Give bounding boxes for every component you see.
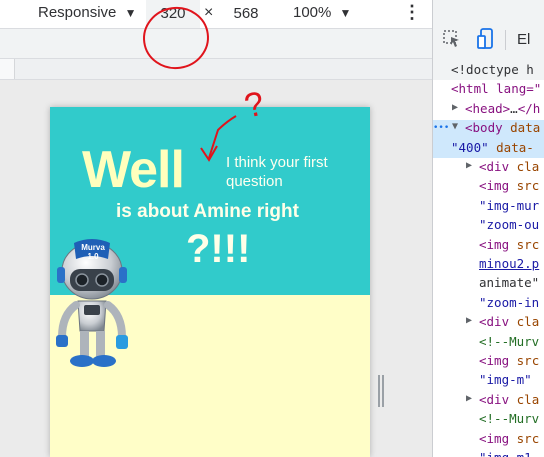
select-element-icon[interactable] xyxy=(443,30,461,48)
toolbar-divider xyxy=(505,30,506,50)
dom-token: "400" xyxy=(451,139,497,155)
dom-token: "img-m" xyxy=(479,372,532,388)
annotation-overlay xyxy=(143,6,237,162)
dom-token: "zoom-in xyxy=(479,294,540,310)
robot-badge-line-1: Murva xyxy=(81,243,105,252)
dom-tree-line[interactable]: animate" xyxy=(479,275,539,290)
dom-tree-line[interactable]: <img src xyxy=(479,431,539,446)
resize-bar xyxy=(378,375,380,407)
expand-right-icon[interactable]: ▶ xyxy=(452,102,458,113)
subtitle: is about Amine right xyxy=(116,201,299,222)
dom-token: </h xyxy=(517,100,541,116)
dom-tree-line[interactable]: <html lang=" xyxy=(451,81,541,96)
dom-tree-line[interactable]: "img-m1 xyxy=(479,450,532,457)
dom-token: <body xyxy=(465,120,511,136)
tab-elements[interactable]: El xyxy=(517,31,530,48)
dom-tree-line[interactable]: <!doctype h xyxy=(451,62,534,77)
dom-token: <!--Murv xyxy=(479,411,540,427)
dom-token: <img xyxy=(479,353,517,368)
dom-token: src xyxy=(516,430,540,446)
dom-tree: <!doctype h <html lang=" ▶ <head>…</h ••• ▼ <b… xyxy=(433,62,544,457)
dom-tree-line[interactable]: "zoom-in xyxy=(479,295,539,310)
dom-token: <img xyxy=(479,178,517,194)
dom-tree-line[interactable]: minou2.p xyxy=(479,256,539,271)
device-toolbar-toggle-icon[interactable] xyxy=(477,28,495,50)
dom-tree-line[interactable]: "400" data- xyxy=(451,140,534,155)
dom-token: cla xyxy=(516,391,540,407)
dom-token: <img xyxy=(479,430,517,446)
expand-down-icon[interactable]: ▼ xyxy=(452,121,458,132)
dom-token: animate" xyxy=(479,275,540,291)
dom-tree-line[interactable]: ▶ <div cla xyxy=(466,391,540,407)
dom-token: "img-mur xyxy=(479,197,540,213)
more-dots-icon[interactable]: ••• xyxy=(433,123,449,133)
viewport-resize-handle[interactable] xyxy=(376,375,386,407)
dom-token: cla xyxy=(516,159,540,174)
dom-token: <div xyxy=(479,391,517,407)
dom-token: minou2.p xyxy=(479,256,540,271)
dom-tree-line[interactable]: ▶ <div cla xyxy=(466,159,540,174)
dom-tree-line[interactable]: <!--Murv xyxy=(479,334,539,349)
annotation-circle xyxy=(143,6,209,70)
dom-token: <img xyxy=(479,236,517,252)
dom-token: cla xyxy=(516,314,540,330)
dom-tree-line[interactable]: <img src xyxy=(479,353,539,368)
expand-right-icon[interactable]: ▶ xyxy=(466,315,472,326)
dom-token: <html lang=" xyxy=(451,81,542,97)
dom-tree-line[interactable]: ••• ▼ <body data xyxy=(433,120,541,136)
dom-tree-line[interactable]: <img src xyxy=(479,178,539,193)
robot-badge-line-2: 1.0 xyxy=(87,252,99,261)
dom-token: data xyxy=(510,120,541,136)
exclaim-text: ?!!! xyxy=(186,227,251,271)
dom-tree-line[interactable]: "img-m" xyxy=(479,372,532,387)
dom-token: src xyxy=(516,353,540,368)
dom-tree-line[interactable]: "zoom-ou xyxy=(479,217,539,232)
dom-tree-line[interactable]: ▶ <head>…</h xyxy=(452,100,541,116)
expand-right-icon[interactable]: ▶ xyxy=(466,393,472,404)
dom-token: "img-m1 xyxy=(479,450,532,457)
dom-token: "zoom-ou xyxy=(479,217,540,233)
dom-token: <!doctype h xyxy=(451,62,534,77)
dom-token: src xyxy=(516,178,540,194)
dom-token: data- xyxy=(496,139,534,155)
dom-token: <!--Murv xyxy=(479,333,540,349)
expand-right-icon[interactable]: ▶ xyxy=(466,160,472,171)
dom-token: <div xyxy=(479,159,517,174)
dom-tree-line[interactable]: <img src xyxy=(479,237,539,252)
robot-badge: Murva 1.0 xyxy=(78,243,108,261)
dom-token: <head> xyxy=(465,100,511,116)
dom-token: … xyxy=(510,100,518,116)
resize-bar xyxy=(382,375,384,407)
dom-tree-line[interactable]: ▶ <div cla xyxy=(466,314,540,330)
dom-tree-line[interactable]: <!--Murv xyxy=(479,411,539,426)
dom-token: <div xyxy=(479,314,517,330)
dom-token: src xyxy=(516,236,540,252)
robot-mascot: Murva 1.0 xyxy=(52,239,134,379)
dom-tree-line[interactable]: "img-mur xyxy=(479,198,539,213)
